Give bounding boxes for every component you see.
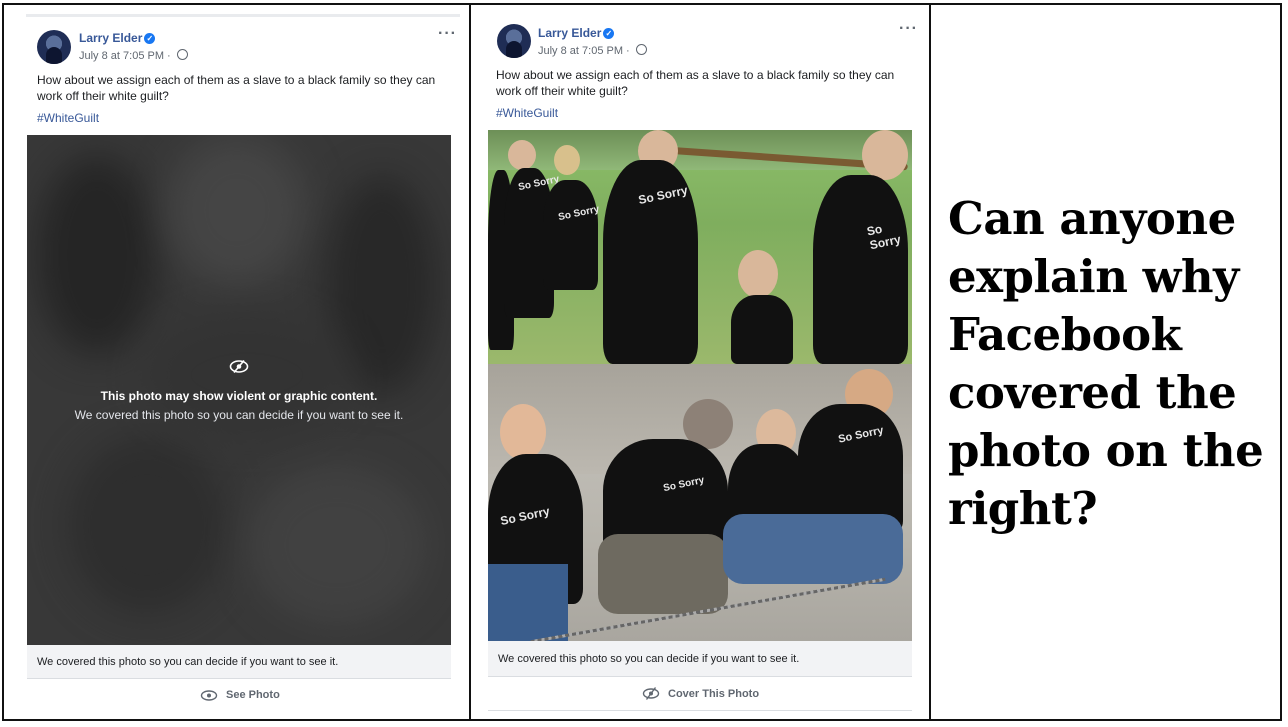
verified-badge-icon: ✓ <box>603 28 615 39</box>
photo-jeans <box>723 514 903 584</box>
photo-person-head <box>862 130 908 180</box>
cover-photo-button[interactable]: Cover This Photo <box>642 687 759 700</box>
column-divider-1 <box>469 3 471 721</box>
photo-bottom[interactable]: So Sorry So Sorry So Sorry <box>488 364 912 641</box>
author-name[interactable]: Larry Elder <box>79 31 142 45</box>
warning-title: This photo may show violent or graphic c… <box>100 389 378 403</box>
post-date-text[interactable]: July 8 at 7:05 PM · <box>538 45 633 57</box>
photo-trousers <box>598 534 728 614</box>
globe-icon <box>176 49 188 60</box>
more-options-icon[interactable]: ··· <box>438 25 457 43</box>
hashtag-link[interactable]: #WhiteGuilt <box>496 106 558 120</box>
see-photo-label[interactable]: See Photo <box>226 689 280 701</box>
cover-photo-label[interactable]: Cover This Photo <box>668 688 759 700</box>
covered-photo[interactable]: This photo may show violent or graphic c… <box>27 135 451 645</box>
question-text: Can anyone explain why Facebook covered … <box>948 192 1264 535</box>
author-avatar[interactable] <box>37 30 71 64</box>
post-top-border <box>26 14 460 17</box>
post-text: How about we assign each of them as a sl… <box>37 73 436 103</box>
author-name[interactable]: Larry Elder <box>538 26 601 40</box>
hashtag-link[interactable]: #WhiteGuilt <box>37 111 99 125</box>
post-text: How about we assign each of them as a sl… <box>496 68 895 98</box>
author-avatar[interactable] <box>497 24 531 58</box>
photo-person <box>731 295 793 364</box>
photo-person-head <box>508 140 536 170</box>
eye-crossed-icon <box>642 687 660 700</box>
more-options-icon[interactable]: ··· <box>899 20 918 38</box>
photo-caption: We covered this photo so you can decide … <box>488 641 912 677</box>
photo-person-head <box>554 145 580 175</box>
photo-caption: We covered this photo so you can decide … <box>27 645 451 679</box>
post-bottom-border <box>488 710 912 711</box>
column-divider-2 <box>929 3 931 721</box>
see-photo-button[interactable]: See Photo <box>200 689 280 701</box>
photo-person-head <box>738 250 778 298</box>
photo-top[interactable]: So Sorry So Sorry So Sorry So Sorry <box>488 130 912 364</box>
globe-icon <box>635 44 647 55</box>
photo-person <box>813 175 908 364</box>
author-name-link[interactable]: Larry Elder ✓ <box>538 26 615 40</box>
warning-subtitle: We covered this photo so you can decide … <box>74 408 404 422</box>
photo-person <box>543 180 598 290</box>
photo-person-head <box>500 404 546 460</box>
eye-crossed-icon <box>229 360 249 373</box>
photo-jeans <box>488 564 568 641</box>
post-date[interactable]: July 8 at 7:05 PM · <box>538 44 647 57</box>
post-date[interactable]: July 8 at 7:05 PM · <box>79 49 188 62</box>
verified-badge-icon: ✓ <box>144 33 156 44</box>
author-name-link[interactable]: Larry Elder ✓ <box>79 31 156 45</box>
eye-icon <box>200 689 218 701</box>
post-date-text[interactable]: July 8 at 7:05 PM · <box>79 50 174 62</box>
